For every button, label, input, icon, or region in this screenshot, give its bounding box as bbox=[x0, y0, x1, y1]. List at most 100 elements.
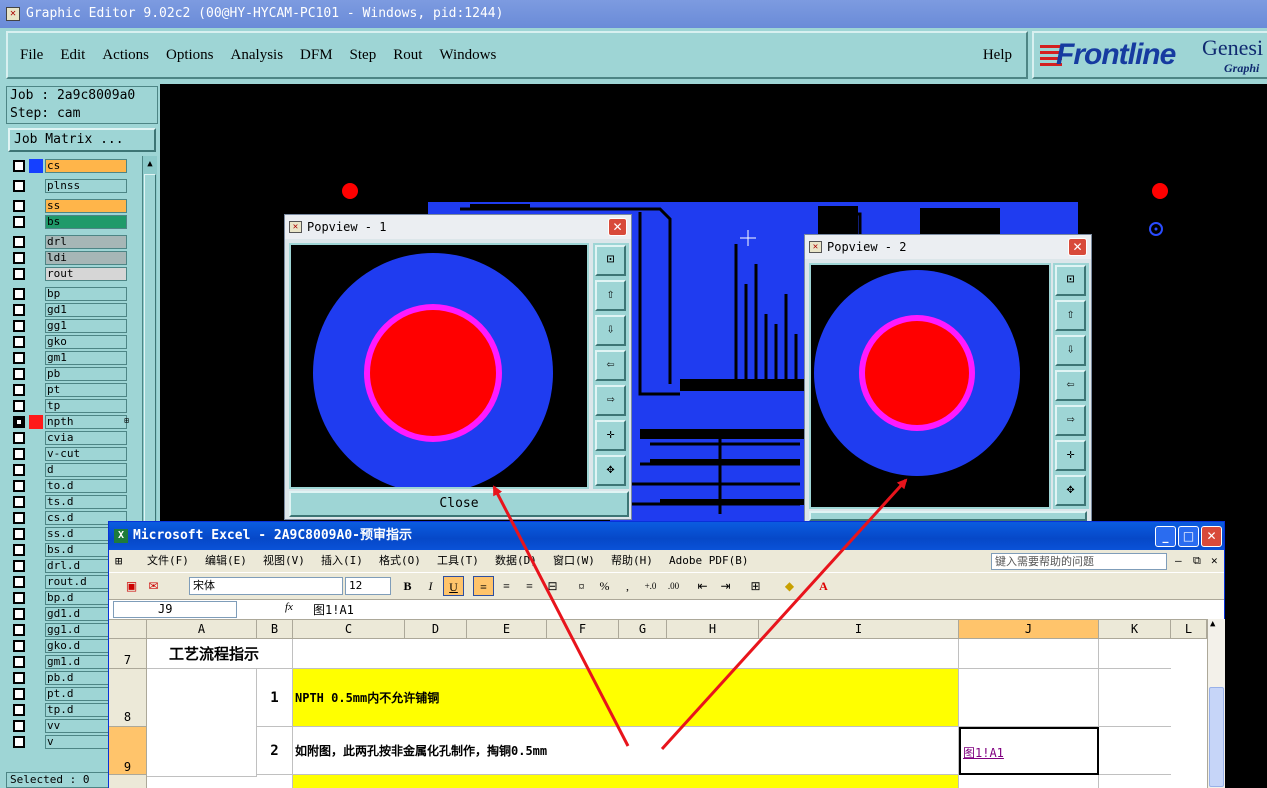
layer-name[interactable]: pb bbox=[45, 367, 127, 381]
job-matrix-button[interactable]: Job Matrix ... bbox=[8, 128, 156, 152]
help-question-input[interactable]: 键入需要帮助的问题 bbox=[991, 553, 1167, 570]
popview-1-window[interactable]: ✕ Popview - 1 ✕ ⊡ ⇧ ⇩ ⇦ ⇨ ✛ ✥ Close bbox=[284, 214, 632, 520]
hyperlink-cell[interactable]: 图1!A1 bbox=[959, 727, 1099, 775]
layer-name[interactable]: gm1 bbox=[45, 351, 127, 365]
layer-row-gg1[interactable]: gg1 bbox=[6, 318, 130, 334]
sheet-menu-icon[interactable]: ⊞ bbox=[115, 550, 122, 572]
layer-name[interactable]: cvia bbox=[45, 431, 127, 445]
layer-name[interactable]: gg1 bbox=[45, 319, 127, 333]
layer-name[interactable]: rout bbox=[45, 267, 127, 281]
excel-menu-view[interactable]: 视图(V) bbox=[263, 550, 305, 572]
column-header[interactable]: F bbox=[547, 620, 619, 639]
column-header[interactable]: C bbox=[293, 620, 405, 639]
menu-windows[interactable]: Windows bbox=[439, 47, 496, 64]
layer-name[interactable]: tp bbox=[45, 399, 127, 413]
popview-2-view[interactable] bbox=[809, 263, 1051, 509]
excel-menu-help[interactable]: 帮助(H) bbox=[611, 550, 653, 572]
layer-row-bp[interactable]: bp bbox=[6, 286, 130, 302]
layer-name[interactable]: bp bbox=[45, 287, 127, 301]
pdf-convert-icon[interactable]: ▣ bbox=[121, 576, 142, 596]
close-icon[interactable]: ✕ bbox=[1201, 526, 1222, 547]
layer-name[interactable]: to.d bbox=[45, 479, 127, 493]
table-cell[interactable] bbox=[147, 669, 257, 777]
menu-file[interactable]: File bbox=[20, 47, 43, 64]
menu-rout[interactable]: Rout bbox=[393, 47, 422, 64]
row-header[interactable] bbox=[109, 775, 147, 788]
section-title-cell[interactable]: 工艺流程指示 bbox=[147, 639, 293, 669]
popview-1-view[interactable] bbox=[289, 243, 589, 489]
excel-vertical-scrollbar[interactable]: ▲ bbox=[1207, 619, 1225, 788]
scroll-up-arrow-icon[interactable]: ▲ bbox=[1210, 619, 1215, 629]
menu-edit[interactable]: Edit bbox=[60, 47, 85, 64]
percent-icon[interactable]: % bbox=[594, 576, 615, 596]
align-right-icon[interactable]: ≡ bbox=[519, 576, 540, 596]
layer-row-npth[interactable]: npth ⊞ bbox=[6, 414, 130, 430]
layer-checkbox[interactable] bbox=[13, 624, 25, 636]
layer-checkbox[interactable] bbox=[13, 216, 25, 228]
zoom-out-icon[interactable]: ✥ bbox=[1055, 475, 1086, 506]
layer-checkbox[interactable] bbox=[13, 608, 25, 620]
excel-window[interactable]: X Microsoft Excel - 2A9C8009A0-预审指示 _ □ … bbox=[108, 521, 1225, 788]
layer-color-swatch[interactable] bbox=[29, 415, 43, 429]
layer-row-cs[interactable]: cs bbox=[6, 158, 130, 174]
menu-options[interactable]: Options bbox=[166, 47, 214, 64]
comma-icon[interactable]: , bbox=[617, 576, 638, 596]
layer-checkbox[interactable] bbox=[13, 180, 25, 192]
layer-name[interactable]: v-cut bbox=[45, 447, 127, 461]
layer-name[interactable]: bs bbox=[45, 215, 127, 229]
pdf-mail-icon[interactable]: ✉ bbox=[143, 576, 164, 596]
menu-step[interactable]: Step bbox=[350, 47, 377, 64]
layer-checkbox[interactable] bbox=[13, 200, 25, 212]
layer-checkbox[interactable] bbox=[13, 544, 25, 556]
layer-checkbox[interactable] bbox=[13, 288, 25, 300]
merge-center-icon[interactable]: ⊟ bbox=[542, 576, 563, 596]
excel-menu-adobe-pdf[interactable]: Adobe PDF(B) bbox=[669, 550, 748, 572]
align-left-icon[interactable]: ≡ bbox=[473, 576, 494, 596]
name-box[interactable]: J9 bbox=[113, 601, 237, 618]
popview-2-close-x-button[interactable]: ✕ bbox=[1068, 238, 1087, 256]
layer-name[interactable]: ldi bbox=[45, 251, 127, 265]
italic-icon[interactable]: I bbox=[420, 576, 441, 596]
layer-checkbox[interactable] bbox=[13, 464, 25, 476]
layer-name[interactable]: ts.d bbox=[45, 495, 127, 509]
spreadsheet-grid[interactable]: A B C D E F G H I J K L 7 工艺流程指示 8 1 NPT… bbox=[109, 619, 1207, 788]
menu-help[interactable]: Help bbox=[983, 47, 1012, 64]
layer-checkbox[interactable] bbox=[13, 448, 25, 460]
font-size-select[interactable]: 12 bbox=[345, 577, 391, 595]
layer-checkbox[interactable] bbox=[13, 252, 25, 264]
underline-icon[interactable]: U bbox=[443, 576, 464, 596]
layer-checkbox[interactable] bbox=[13, 512, 25, 524]
minimize-icon[interactable]: _ bbox=[1155, 526, 1176, 547]
layer-checkbox[interactable] bbox=[13, 496, 25, 508]
excel-titlebar[interactable]: X Microsoft Excel - 2A9C8009A0-预审指示 _ □ … bbox=[109, 522, 1224, 550]
scroll-thumb[interactable] bbox=[1209, 687, 1224, 787]
popview-2-titlebar[interactable]: ✕ Popview - 2 ✕ bbox=[805, 235, 1091, 259]
excel-menu-format[interactable]: 格式(O) bbox=[379, 550, 421, 572]
column-header-selected[interactable]: J bbox=[959, 620, 1099, 639]
excel-menu-file[interactable]: 文件(F) bbox=[147, 550, 189, 572]
fx-icon[interactable]: fx bbox=[285, 601, 293, 613]
layer-row-ts-d[interactable]: ts.d bbox=[6, 494, 130, 510]
pan-left-icon[interactable]: ⇦ bbox=[1055, 370, 1086, 401]
layer-checkbox[interactable] bbox=[13, 720, 25, 732]
layer-checkbox[interactable] bbox=[13, 352, 25, 364]
layer-checkbox[interactable] bbox=[13, 688, 25, 700]
table-cell[interactable] bbox=[1099, 727, 1171, 775]
column-header[interactable]: B bbox=[257, 620, 293, 639]
layer-checkbox[interactable] bbox=[13, 400, 25, 412]
layer-checkbox[interactable] bbox=[13, 528, 25, 540]
layer-checkbox[interactable] bbox=[13, 480, 25, 492]
table-cell[interactable] bbox=[959, 639, 1099, 669]
layer-name[interactable]: pt bbox=[45, 383, 127, 397]
zoom-in-icon[interactable]: ✛ bbox=[595, 420, 626, 451]
pan-up-icon[interactable]: ⇧ bbox=[1055, 300, 1086, 331]
pan-left-icon[interactable]: ⇦ bbox=[595, 350, 626, 381]
layer-checkbox[interactable] bbox=[13, 268, 25, 280]
layer-checkbox[interactable] bbox=[13, 368, 25, 380]
pan-down-icon[interactable]: ⇩ bbox=[595, 315, 626, 346]
layer-row-gko[interactable]: gko bbox=[6, 334, 130, 350]
layer-checkbox[interactable] bbox=[13, 304, 25, 316]
zoom-fit-icon[interactable]: ⊡ bbox=[1055, 265, 1086, 296]
excel-menu-window[interactable]: 窗口(W) bbox=[553, 550, 595, 572]
layer-row-plnss[interactable]: plnss bbox=[6, 178, 130, 194]
